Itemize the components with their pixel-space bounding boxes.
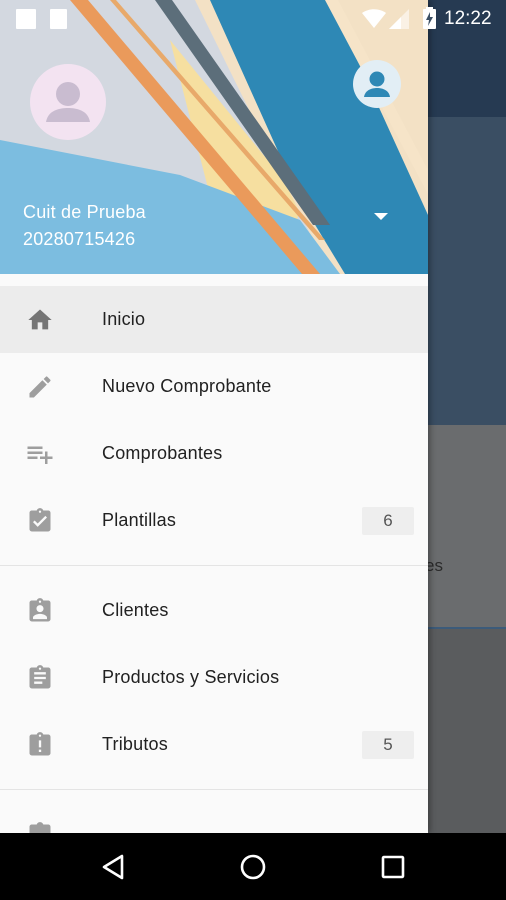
home-icon (25, 305, 55, 335)
pencil-icon (25, 372, 55, 402)
back-button[interactable] (96, 849, 132, 885)
account-avatar-icon (30, 64, 106, 140)
menu-divider (0, 565, 428, 566)
sd-card-icon (50, 9, 67, 29)
count-badge: 6 (362, 506, 414, 535)
menu-item-label: Comprobantes (102, 443, 223, 463)
menu-divider (0, 789, 428, 790)
secondary-avatar-icon (353, 60, 401, 108)
recents-button[interactable] (375, 849, 411, 885)
system-navigation-bar (0, 833, 506, 900)
menu-item-productos-y-servicios[interactable]: Productos y Servicios (0, 644, 428, 711)
screen: es Cuit de Prueba 20280715426 Inicio Nue… (0, 0, 506, 833)
clipboard-account-icon (25, 596, 55, 626)
clipboard-icon (25, 820, 55, 833)
notification-icon (16, 9, 36, 29)
status-bar: 12:22 (0, 0, 506, 36)
secondary-account-avatar[interactable] (353, 60, 401, 108)
back-triangle-icon (102, 854, 124, 880)
menu-item-comprobantes[interactable]: Comprobantes (0, 420, 428, 487)
home-button[interactable] (235, 849, 271, 885)
clipboard-text-icon (25, 663, 55, 693)
drawer-menu: Inicio Nuevo Comprobante Comprobantes Pl… (0, 286, 428, 833)
navigation-drawer: Cuit de Prueba 20280715426 Inicio Nuevo … (0, 0, 428, 833)
menu-item-plantillas[interactable]: Plantillas 6 (0, 487, 428, 554)
menu-item-label: Inicio (102, 309, 146, 329)
status-time: 12:22 (444, 8, 492, 29)
count-badge: 5 (362, 730, 414, 759)
menu-item-tributos[interactable]: Tributos 5 (0, 711, 428, 778)
clipboard-check-icon (25, 506, 55, 536)
cellular-signal-icon (389, 9, 409, 29)
battery-charging-icon (423, 7, 436, 29)
home-circle-icon (240, 854, 266, 880)
account-id: 20280715426 (23, 229, 136, 249)
wifi-icon (362, 9, 386, 28)
account-switcher-button[interactable] (374, 213, 404, 235)
menu-item-label: Tributos (102, 734, 168, 754)
menu-item-label: Nuevo Comprobante (102, 376, 272, 396)
clipboard-alert-icon (25, 730, 55, 760)
menu-item-nuevo-comprobante[interactable]: Nuevo Comprobante (0, 353, 428, 420)
menu-item-partial[interactable] (0, 801, 428, 833)
playlist-add-icon (25, 439, 55, 469)
menu-item-label: Productos y Servicios (102, 667, 280, 687)
menu-item-label: Clientes (102, 600, 169, 620)
dropdown-arrow-icon (374, 213, 388, 220)
recents-square-icon (381, 855, 405, 879)
account-name: Cuit de Prueba (23, 202, 146, 222)
account-avatar[interactable] (30, 64, 106, 140)
menu-item-clientes[interactable]: Clientes (0, 577, 428, 644)
drawer-header: Cuit de Prueba 20280715426 (0, 0, 428, 274)
menu-item-inicio[interactable]: Inicio (0, 286, 428, 353)
menu-item-label: Plantillas (102, 510, 177, 530)
